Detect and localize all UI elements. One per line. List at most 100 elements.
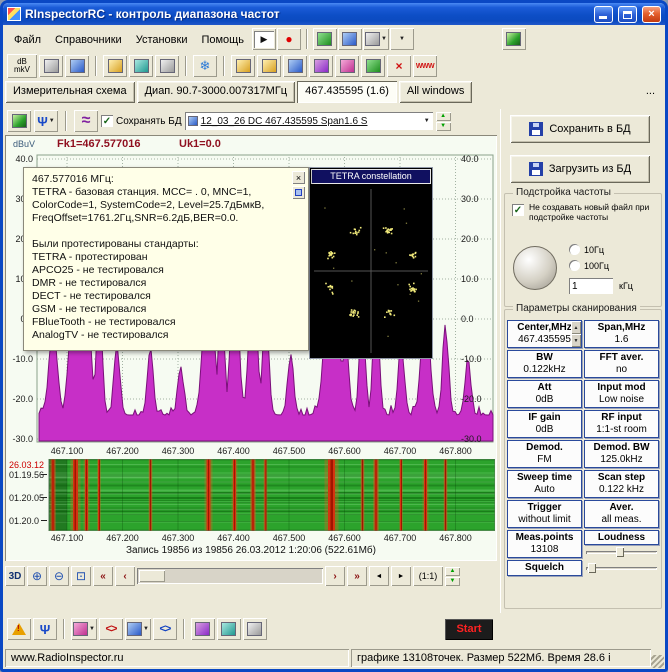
page-first-button[interactable]: « (93, 566, 113, 586)
antenna-button[interactable]: Ψ (33, 618, 57, 640)
web-button[interactable]: WWW (413, 55, 437, 77)
pan-down-button[interactable]: ▼ (445, 576, 460, 586)
analyze-button[interactable] (216, 618, 241, 640)
no-new-file-checkbox[interactable]: ✓ (512, 204, 524, 216)
save-to-db-button[interactable]: Сохранить в БД (510, 115, 650, 143)
view-3d-button[interactable]: 3D (5, 566, 25, 586)
tab-измерительная-схема[interactable]: Измерительная схема (5, 81, 135, 103)
step-khz-input[interactable] (569, 278, 613, 294)
scan-param-meas-points[interactable]: Meas.points 13108 (507, 530, 582, 558)
table-view-button[interactable] (39, 55, 63, 77)
scan-param-demod-bw[interactable]: Demod. BW 125.0kHz (584, 440, 659, 468)
zoom-out-button[interactable]: ⊖ (49, 566, 69, 586)
chart-purple-button[interactable] (309, 55, 333, 77)
scan-param-bw[interactable]: BW 0.122kHz (507, 350, 582, 378)
search-mode-button[interactable]: ▼ (362, 28, 389, 50)
scrollbar-thumb[interactable] (139, 570, 165, 582)
trace1-config-button[interactable]: ▼ (71, 618, 97, 640)
scan-param-trigger[interactable]: Trigger without limit (507, 500, 582, 528)
menu-item-установки[interactable]: Установки (129, 31, 195, 49)
resize-grip[interactable] (651, 655, 664, 668)
zoom-select-button[interactable]: ⊡ (71, 566, 91, 586)
waterfall-chart[interactable] (9, 459, 495, 531)
scan-param-sweep-time[interactable]: Sweep time Auto (507, 470, 582, 498)
chart-green-button[interactable] (361, 55, 385, 77)
page-prev-button[interactable]: ‹ (115, 566, 135, 586)
loudness-button[interactable]: Loudness (584, 530, 659, 545)
scan-param-span-mhz[interactable]: Span,MHz 1.6 (584, 320, 659, 348)
title-bar[interactable]: RInspectorRC - контроль диапазона частот… (3, 3, 665, 25)
scan-param-input-mod[interactable]: Input mod Low noise (584, 380, 659, 408)
step-100hz-option[interactable]: 100Гц (569, 260, 609, 271)
start-sweep-button[interactable]: ▶ (251, 28, 276, 50)
scale-1to1-button[interactable]: (1:1) (413, 566, 443, 586)
step-10hz-option[interactable]: 10Гц (569, 244, 604, 255)
menu-item-файл[interactable]: Файл (7, 31, 48, 49)
scan-param-fft-aver[interactable]: FFT aver. no (584, 350, 659, 378)
popup-pin-button[interactable] (292, 186, 305, 199)
history-scrollbar[interactable] (137, 568, 323, 584)
db-mkv-toggle-button[interactable]: dB mkV (7, 54, 37, 78)
archive-folder-button[interactable] (257, 55, 281, 77)
panorama-button[interactable] (312, 28, 337, 50)
trace-down-button[interactable]: ▼ (435, 121, 451, 131)
trace2-config-button[interactable]: ▼ (124, 618, 151, 640)
menu-item-помощь[interactable]: Помощь (194, 31, 251, 49)
pan-up-button[interactable]: ▲ (445, 566, 460, 576)
tuning-knob[interactable] (513, 246, 557, 290)
tabs-overflow-button[interactable]: ... (646, 85, 655, 97)
edit-table-button[interactable] (129, 55, 153, 77)
tab-all-windows[interactable]: All windows (398, 81, 473, 103)
waveform-button[interactable]: ≈ (74, 110, 98, 132)
scan-param-center-mhz[interactable]: Center,MHz 467.435595 ▲ ▼ (507, 320, 582, 348)
spinner-up-icon[interactable]: ▲ (571, 321, 581, 334)
scan-param-aver[interactable]: Aver. all meas. (584, 500, 659, 528)
trace2-step-buttons[interactable]: <> (152, 618, 177, 640)
journal-button[interactable] (103, 55, 127, 77)
antenna-select-combo[interactable]: Ψ ▼ (34, 110, 58, 132)
menu-item-справочники[interactable]: Справочники (48, 31, 129, 49)
trace-up-button[interactable]: ▲ (435, 111, 451, 121)
scan-param-rf-input[interactable]: RF input 1:1-st room (584, 410, 659, 438)
trace1-step-buttons[interactable]: <> (98, 618, 123, 640)
chart-pink-button[interactable] (335, 55, 359, 77)
schedule-button[interactable] (283, 55, 307, 77)
tab-467-435595-1-6[interactable]: 467.435595 (1.6) (297, 81, 397, 103)
export-button[interactable] (337, 28, 362, 50)
columns-view-button[interactable] (65, 55, 89, 77)
zoom-in-button[interactable]: ⊕ (27, 566, 47, 586)
page-last-button[interactable]: » (347, 566, 367, 586)
record-selector[interactable]: 12_03_26 DC 467.435595 Span1.6 S ▼ (184, 112, 433, 130)
chart-export-button[interactable] (7, 110, 31, 132)
spinner-down-icon[interactable]: ▼ (571, 334, 581, 347)
popup-close-button[interactable]: × (292, 171, 305, 184)
open-folder-button[interactable] (231, 55, 255, 77)
page-next-button[interactable]: › (325, 566, 345, 586)
slider-thumb[interactable] (588, 563, 596, 573)
loudness-slider[interactable] (584, 547, 659, 557)
scan-param-if-gain[interactable]: IF gain 0dB (507, 410, 582, 438)
mode-dropdown-button[interactable]: ▼ (389, 28, 414, 50)
step-back-button[interactable]: ◄ (369, 566, 389, 586)
notes-button[interactable] (242, 618, 267, 640)
maximize-button[interactable] (618, 5, 637, 23)
start-button[interactable]: Start (445, 618, 493, 640)
step-fwd-button[interactable]: ► (391, 566, 411, 586)
map-button[interactable] (501, 28, 526, 50)
load-from-db-button[interactable]: Загрузить из БД (510, 155, 650, 183)
minimize-button[interactable] (594, 5, 613, 23)
record-button[interactable]: ● (276, 28, 301, 50)
scan-param-scan-step[interactable]: Scan step 0.122 kHz (584, 470, 659, 498)
squelch-slider[interactable] (584, 563, 659, 573)
mask-button[interactable] (155, 55, 179, 77)
scan-param-att[interactable]: Att 0dB (507, 380, 582, 408)
squelch-button[interactable]: Squelch (507, 560, 582, 576)
tab-диап-90-7-3000-007317мгц[interactable]: Диап. 90.7-3000.007317МГц (136, 81, 296, 103)
report-button[interactable] (190, 618, 215, 640)
center-freq-spinner[interactable]: ▲ ▼ (571, 321, 581, 347)
freeze-button[interactable]: ❄ (193, 55, 217, 77)
slider-thumb[interactable] (616, 547, 624, 557)
delete-button[interactable]: × (387, 55, 411, 77)
save-db-checkbox[interactable]: ✓ (101, 115, 113, 127)
close-button[interactable]: × (642, 5, 661, 23)
